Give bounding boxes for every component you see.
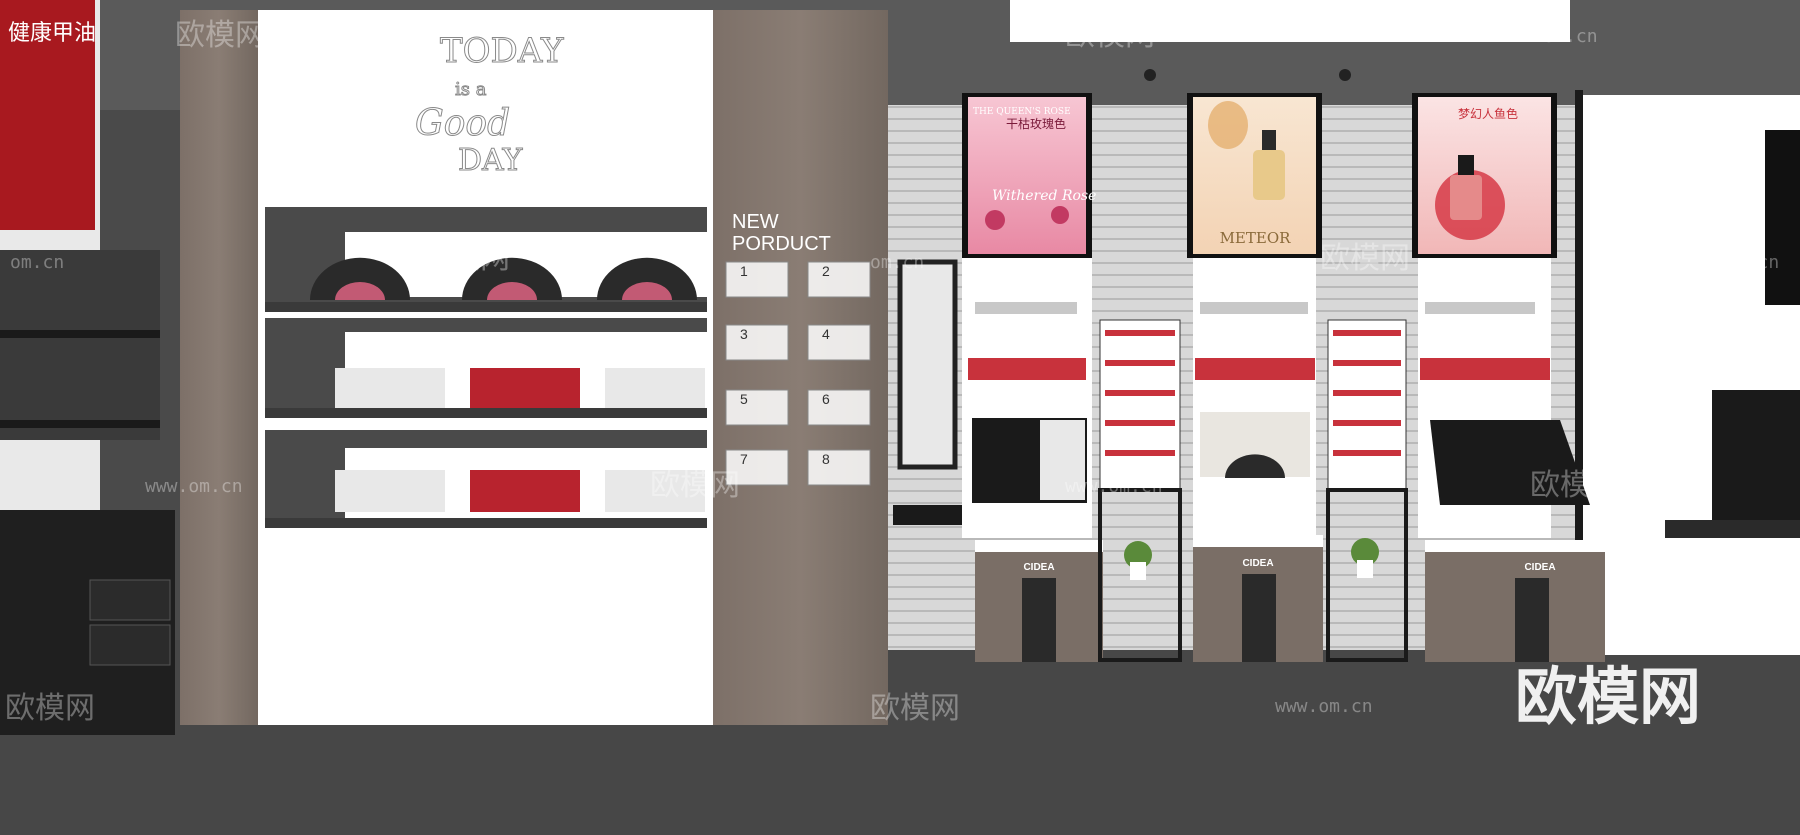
watermark-brand: 欧模网 [650,468,740,503]
lipstick-grid [1327,319,1407,491]
standing-mirror [897,259,958,470]
display-backboard [1193,258,1316,538]
product-card [470,368,580,408]
shelf-board [265,302,707,312]
lipstick-tray [1420,358,1550,380]
product-card [605,368,705,408]
wood-column-left [180,10,258,725]
left-counter-drawer [89,624,171,666]
watermark-brand: 欧模网 [1530,468,1620,503]
display-label-strip [975,302,1077,314]
watermark-url: www.om.cn [1065,476,1163,497]
right-cabinet [1712,390,1800,535]
display-unit-center: METEOR CIDEA [1187,93,1323,662]
perfume-bottle [1253,150,1285,200]
left-counter-drawer [89,579,171,621]
watermark-url: om.cn [870,252,924,273]
counter-top [975,540,1103,552]
new-product-line1: NEW [732,211,779,233]
product-card [335,368,445,408]
display-unit-left: THE QUEEN'S ROSE 干枯玫瑰色 Withered Rose CID… [962,93,1103,662]
counter-door-panel [1515,578,1549,662]
sample-number: 5 [740,391,748,407]
script-good: Good [415,103,510,144]
poster-headline: THE QUEEN'S ROSE [973,107,1071,117]
watermark-url: www.om.cn [600,26,698,47]
nail-polish-bottle [1450,175,1482,220]
left-wall-shelf [0,250,160,440]
watermark-brand: 欧模网 [1065,18,1155,53]
counter-door-panel [1022,578,1056,662]
left-poster-text: 健康甲油 [8,21,96,46]
poster-chinese: 梦幻人鱼色 [1458,107,1518,121]
counter-door-panel [1242,574,1276,662]
sample-number: 4 [822,326,830,342]
sample-number: 6 [822,391,830,407]
right-table-top [1665,520,1800,538]
product-card [470,470,580,512]
watermark-url: www.om.cn [145,476,243,497]
counter-top [1425,540,1605,552]
ceiling-spotlight [1144,69,1156,81]
sample-number: 1 [740,263,748,279]
watermark-brand-large: 欧模网 [1515,660,1701,733]
sample-number: 8 [822,451,830,467]
store-rendering: 健康甲油 TODAY is a Good DAY NEW PORDUCT 1 2… [0,0,1800,835]
lipstick-tray [1195,358,1315,380]
mirror-stand [893,505,973,525]
watermark-brand: 欧模网 [1320,241,1410,276]
plant-pot [1130,562,1146,580]
lipstick-grid [1099,319,1181,491]
counter-brand: CIDEA [1242,558,1273,569]
left-shelf-board [0,420,160,428]
product-card [335,470,445,512]
new-product-line2: PORDUCT [732,233,831,255]
counter-brand: CIDEA [1023,562,1054,573]
script-day: DAY [458,143,524,178]
sample-number: 7 [740,451,748,467]
watermark-url: www.om.cn [1500,26,1598,47]
watermark-url: om.cn [1725,252,1779,273]
script-is-a: is a [455,79,487,100]
sample-number: 2 [822,263,830,279]
lipstick-tray [968,358,1086,380]
shelf-board [265,408,707,418]
poster-script: Withered Rose [992,188,1096,204]
watermark-brand: 欧模网 [5,691,95,726]
watermark-url: om.cn [10,252,64,273]
display-label-strip [1425,302,1535,314]
counter-top [1193,535,1323,547]
watermark-brand: 欧模网 [420,241,510,276]
counter-brand: CIDEA [1524,562,1555,573]
left-shelf-board [0,330,160,338]
ceiling-spotlight [1339,69,1351,81]
shelf-board [265,518,707,528]
script-today: TODAY [440,31,564,71]
watermark-brand: 欧模网 [870,691,960,726]
display-label-strip [1200,302,1308,314]
plant-pot [1357,560,1373,578]
store-interior-svg: 健康甲油 TODAY is a Good DAY NEW PORDUCT 1 2… [0,0,1800,835]
poster-chinese: 干枯玫瑰色 [1006,116,1066,131]
wood-panel-new-product [713,10,888,725]
sample-number: 3 [740,326,748,342]
watermark-brand: 欧模网 [175,18,265,53]
poster-headline: METEOR [1220,229,1292,247]
watermark-url: www.om.cn [1275,696,1373,717]
watermark-url: www.om.cn [375,696,473,717]
right-pendant [1765,130,1800,305]
